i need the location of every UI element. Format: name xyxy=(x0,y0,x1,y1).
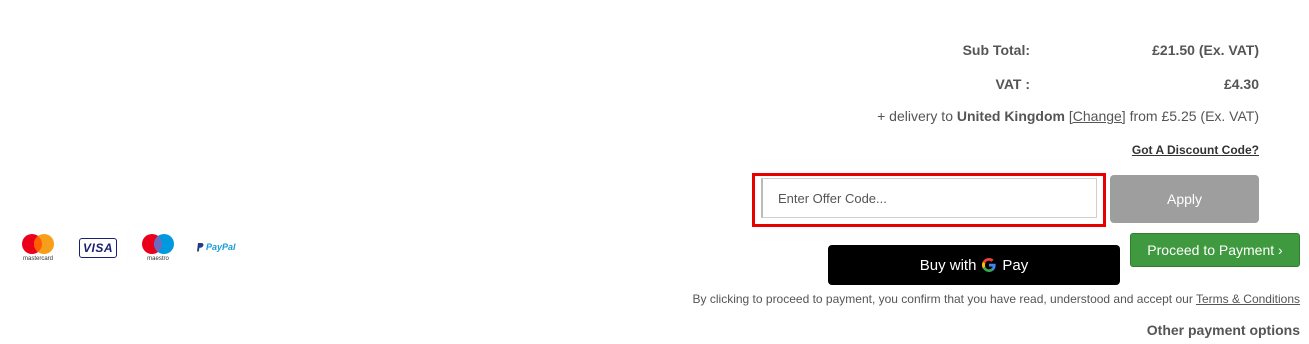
maestro-label: maestro xyxy=(147,256,169,262)
paypal-label: PayPal xyxy=(206,242,236,252)
discount-code-link[interactable]: Got A Discount Code? xyxy=(1132,143,1259,157)
google-g-icon xyxy=(982,258,997,272)
delivery-prefix: + delivery to xyxy=(877,108,953,124)
vat-label: VAT : xyxy=(995,76,1030,92)
gpay-brand: Pay xyxy=(1002,256,1029,274)
gpay-prefix: Buy with xyxy=(919,256,977,274)
delivery-country: United Kingdom xyxy=(956,108,1065,124)
apply-button[interactable]: Apply xyxy=(1110,175,1259,223)
paypal-icon: PayPal xyxy=(197,240,241,254)
visa-icon: VISA xyxy=(79,238,117,258)
offer-code-highlight xyxy=(752,173,1106,227)
subtotal-label: Sub Total: xyxy=(962,42,1030,58)
mastercard-icon: mastercard xyxy=(20,233,56,263)
terms-notice: By clicking to proceed to payment, you c… xyxy=(693,292,1300,306)
proceed-to-payment-button[interactable]: Proceed to Payment › xyxy=(1130,233,1300,267)
change-country-link[interactable]: [Change] xyxy=(1069,108,1126,124)
maestro-icon: maestro xyxy=(140,233,176,263)
subtotal-value: £21.50 (Ex. VAT) xyxy=(1152,42,1259,58)
terms-link[interactable]: Terms & Conditions xyxy=(1196,292,1300,306)
offer-code-input[interactable] xyxy=(761,178,1097,218)
paypal-p-icon xyxy=(197,242,204,251)
other-payment-options[interactable]: Other payment options xyxy=(1147,322,1300,338)
google-pay-button[interactable]: Buy with Pay xyxy=(828,245,1120,285)
vat-value: £4.30 xyxy=(1223,76,1259,92)
delivery-line: + delivery to United Kingdom [Change] fr… xyxy=(877,108,1259,124)
mastercard-label: mastercard xyxy=(22,256,53,262)
terms-text: By clicking to proceed to payment, you c… xyxy=(692,292,1193,306)
visa-label: VISA xyxy=(82,241,113,255)
delivery-price: from £5.25 (Ex. VAT) xyxy=(1129,108,1259,124)
